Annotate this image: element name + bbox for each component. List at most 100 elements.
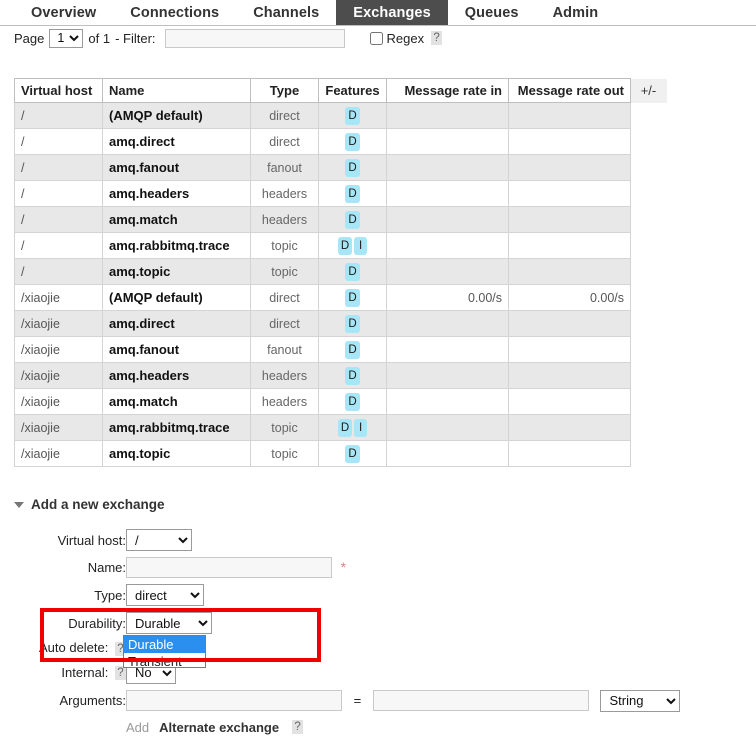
cell-name[interactable]: amq.topic <box>102 440 251 467</box>
argument-key-input[interactable] <box>126 690 342 712</box>
cell-spacer <box>630 232 667 259</box>
feature-badge-d[interactable]: D <box>345 366 360 385</box>
table-row[interactable]: /xiaojie amq.rabbitmq.trace topic D I <box>14 414 667 441</box>
feature-badge-d[interactable]: D <box>345 340 360 359</box>
tab-connections[interactable]: Connections <box>113 0 236 26</box>
section-title: Add a new exchange <box>31 497 165 512</box>
cell-name[interactable]: (AMQP default) <box>102 284 251 311</box>
form-row-type: Type: directfanouttopicheaders <box>14 581 680 609</box>
section-toggle[interactable]: Add a new exchange <box>14 497 744 512</box>
durability-option-durable[interactable]: Durable <box>124 636 205 653</box>
regex-checkbox[interactable] <box>369 31 383 45</box>
feature-badge-d[interactable]: D <box>345 184 360 203</box>
regex-label: Regex <box>386 30 425 46</box>
cell-features: D <box>318 310 387 337</box>
feature-badge-i[interactable]: I <box>354 418 368 437</box>
feature-badge-d[interactable]: D <box>345 106 360 125</box>
table-row[interactable]: / amq.match headers D <box>14 206 667 233</box>
cell-name[interactable]: (AMQP default) <box>102 102 251 129</box>
cell-name[interactable]: amq.fanout <box>102 336 251 363</box>
feature-badge-d[interactable]: D <box>345 288 360 307</box>
cell-message-rate-out <box>508 232 631 259</box>
table-row[interactable]: /xiaojie amq.fanout fanout D <box>14 336 667 363</box>
name-input[interactable] <box>126 557 332 578</box>
column-header-message-rate-in[interactable]: Message rate in <box>386 78 509 103</box>
cell-name[interactable]: amq.match <box>102 388 251 415</box>
add-row-actions: Add Alternate exchange ? <box>126 715 680 738</box>
column-header-message-rate-out[interactable]: Message rate out <box>508 78 631 103</box>
cell-type: fanout <box>250 336 319 363</box>
regex-help-icon[interactable]: ? <box>431 31 443 45</box>
cell-message-rate-out <box>508 414 631 441</box>
tab-admin[interactable]: Admin <box>536 0 616 26</box>
cell-name[interactable]: amq.rabbitmq.trace <box>102 232 251 259</box>
table-row[interactable]: /xiaojie (AMQP default) direct D 0.00/s 0.00/… <box>14 284 667 311</box>
table-row[interactable]: / amq.topic topic D <box>14 258 667 285</box>
table-row[interactable]: /xiaojie amq.headers headers D <box>14 362 667 389</box>
cell-spacer <box>630 336 667 363</box>
argument-type-select[interactable]: StringNumberBooleanList <box>600 689 681 712</box>
column-header-virtual-host[interactable]: Virtual host <box>14 78 103 103</box>
feature-badge-d[interactable]: D <box>345 158 360 177</box>
feature-badge-d[interactable]: D <box>345 392 360 411</box>
column-header-features[interactable]: Features <box>318 78 387 103</box>
cell-message-rate-out <box>508 128 631 155</box>
cell-name[interactable]: amq.headers <box>102 362 251 389</box>
cell-message-rate-in <box>386 414 509 441</box>
filter-input[interactable] <box>164 28 345 48</box>
cell-message-rate-out <box>508 180 631 207</box>
cell-name[interactable]: amq.rabbitmq.trace <box>102 414 251 441</box>
column-header-name[interactable]: Name <box>102 78 251 103</box>
type-select[interactable]: directfanouttopicheaders <box>126 584 204 606</box>
cell-spacer <box>630 310 667 337</box>
feature-badge-i[interactable]: I <box>354 236 368 255</box>
add-argument-button[interactable]: Add <box>126 720 149 735</box>
durability-option-transient[interactable]: Transient <box>124 653 205 667</box>
table-row[interactable]: / amq.headers headers D <box>14 180 667 207</box>
cell-message-rate-out <box>508 336 631 363</box>
cell-message-rate-out <box>508 206 631 233</box>
cell-message-rate-out <box>508 388 631 415</box>
feature-badge-d[interactable]: D <box>337 418 353 437</box>
cell-message-rate-in <box>386 258 509 285</box>
cell-name[interactable]: amq.headers <box>102 180 251 207</box>
cell-name[interactable]: amq.match <box>102 206 251 233</box>
cell-spacer <box>630 440 667 467</box>
table-row[interactable]: / amq.rabbitmq.trace topic D I <box>14 232 667 259</box>
page-select[interactable]: 1 <box>49 28 84 48</box>
feature-badge-d[interactable]: D <box>345 210 360 229</box>
virtual-host-select[interactable]: //xiaojie <box>126 529 192 551</box>
cell-name[interactable]: amq.fanout <box>102 154 251 181</box>
table-row[interactable]: / amq.fanout fanout D <box>14 154 667 181</box>
feature-badge-d[interactable]: D <box>345 314 360 333</box>
cell-virtual-host: /xiaojie <box>14 440 103 467</box>
cell-features: D <box>318 336 387 363</box>
cell-name[interactable]: amq.direct <box>102 128 251 155</box>
durability-dropdown-options[interactable]: Durable Transient <box>123 635 206 668</box>
cell-type: topic <box>250 232 319 259</box>
feature-badge-d[interactable]: D <box>337 236 353 255</box>
required-asterisk: * <box>340 559 347 575</box>
toggle-columns-button[interactable]: +/- <box>630 78 667 103</box>
feature-badge-d[interactable]: D <box>345 132 360 151</box>
table-row[interactable]: / (AMQP default) direct D <box>14 102 667 129</box>
cell-name[interactable]: amq.topic <box>102 258 251 285</box>
argument-value-input[interactable] <box>372 690 589 712</box>
internal-help-icon[interactable]: ? <box>115 666 126 681</box>
table-row[interactable]: /xiaojie amq.direct direct D <box>14 310 667 337</box>
table-row[interactable]: /xiaojie amq.match headers D <box>14 388 667 415</box>
cell-name[interactable]: amq.direct <box>102 310 251 337</box>
cell-spacer <box>630 128 667 155</box>
feature-badge-d[interactable]: D <box>345 444 360 463</box>
column-header-type[interactable]: Type <box>250 78 319 103</box>
table-row[interactable]: /xiaojie amq.topic topic D <box>14 440 667 467</box>
tab-overview[interactable]: Overview <box>14 0 113 26</box>
alternate-exchange-help-icon[interactable]: ? <box>292 720 304 735</box>
feature-badge-d[interactable]: D <box>345 262 360 281</box>
tab-queues[interactable]: Queues <box>448 0 536 26</box>
table-row[interactable]: / amq.direct direct D <box>14 128 667 155</box>
tab-channels[interactable]: Channels <box>236 0 336 26</box>
tab-exchanges[interactable]: Exchanges <box>336 0 448 26</box>
internal-text: Internal: <box>61 664 109 680</box>
durability-select[interactable]: DurableTransient <box>126 612 212 634</box>
